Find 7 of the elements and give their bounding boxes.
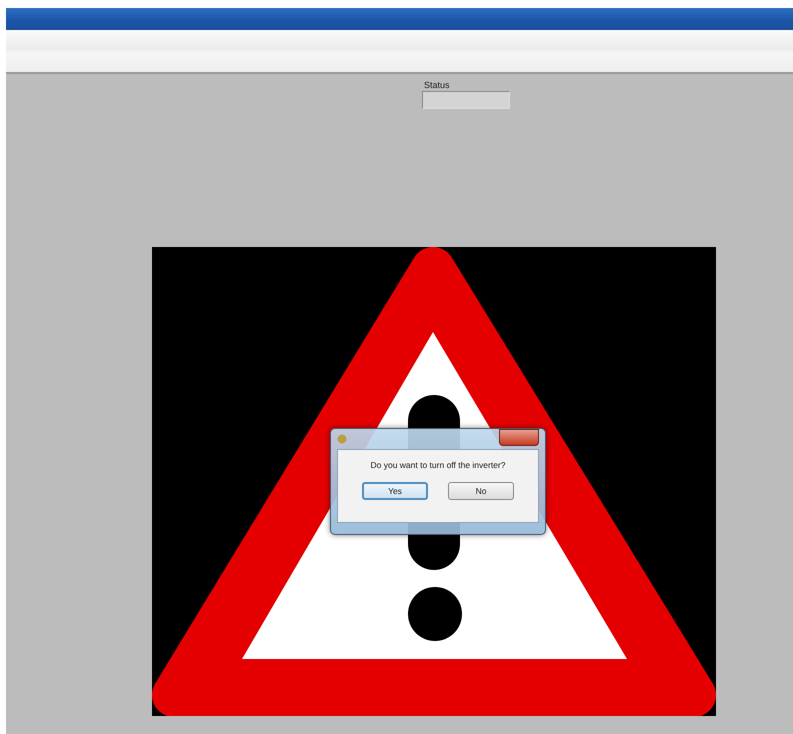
status-label: Status	[424, 80, 450, 90]
close-button[interactable]	[499, 428, 539, 446]
dialog-button[interactable]: Yes	[362, 482, 428, 500]
dialog-message: Do you want to turn off the inverter?	[370, 460, 506, 470]
app-icon	[337, 434, 347, 444]
status-field[interactable]	[422, 91, 510, 109]
dialog-button[interactable]: No	[448, 482, 514, 500]
